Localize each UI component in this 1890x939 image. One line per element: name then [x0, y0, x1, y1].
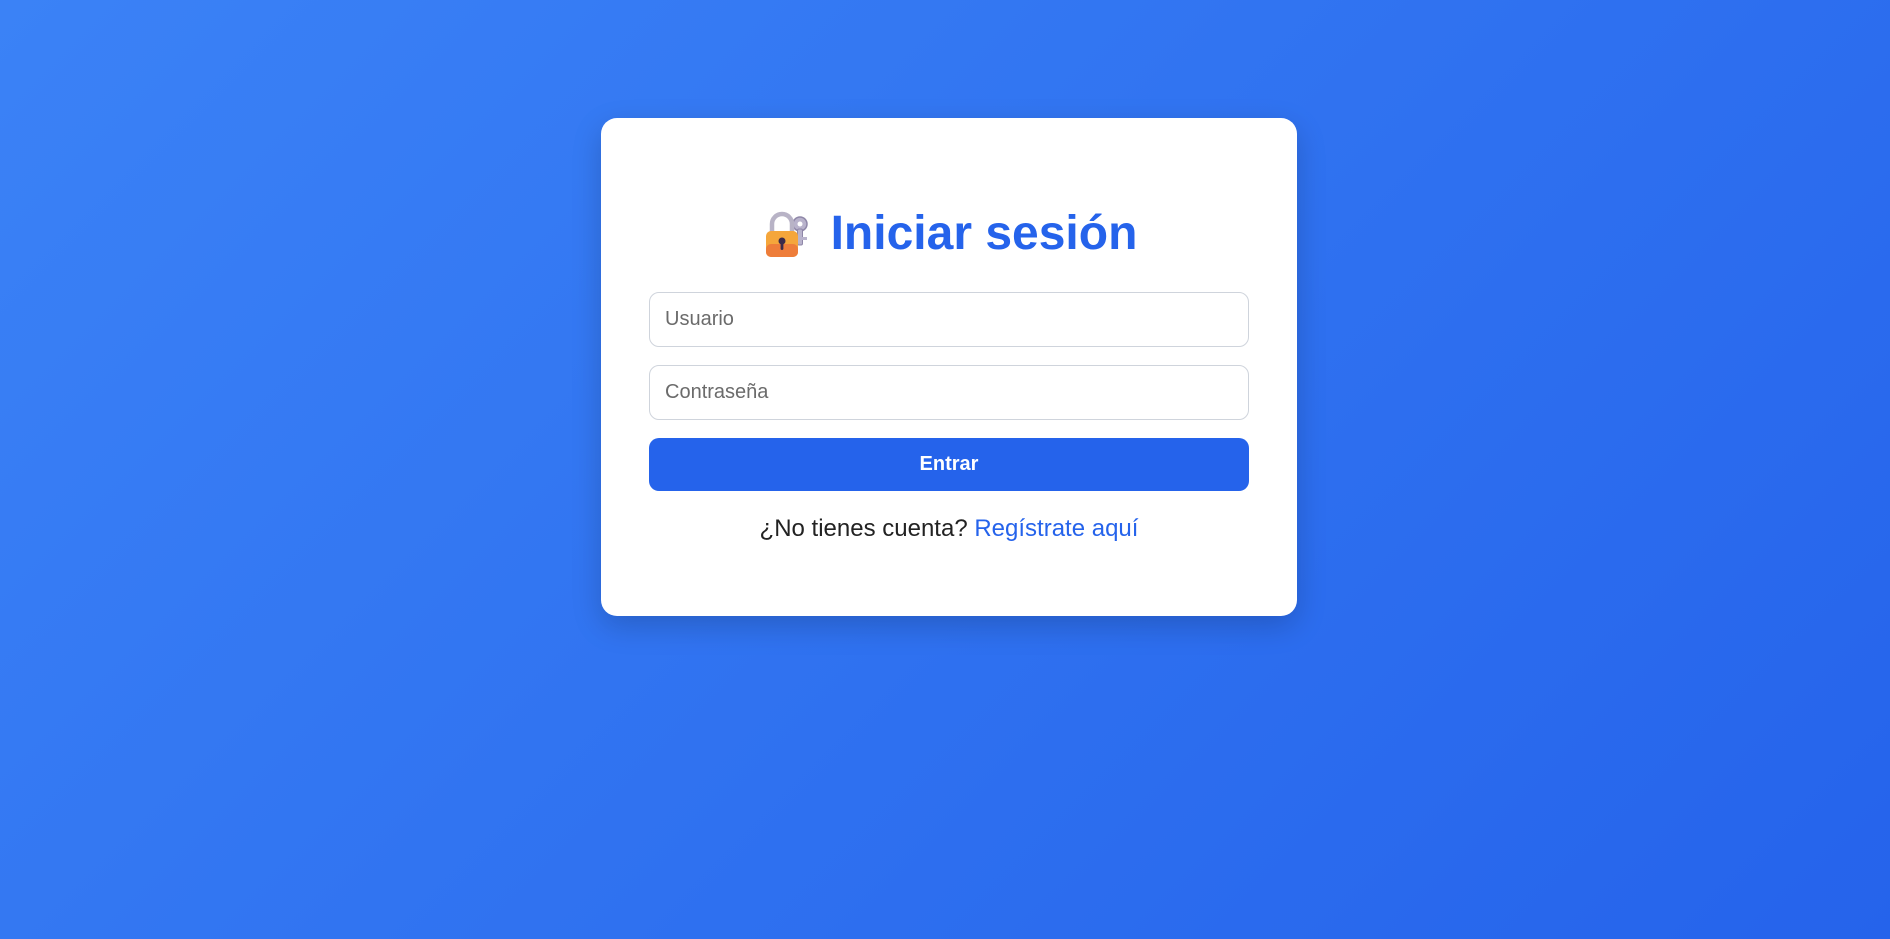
lock-with-key-icon — [761, 208, 813, 260]
signup-prompt-row: ¿No tienes cuenta? Regístrate aquí — [649, 514, 1249, 544]
login-button[interactable]: Entrar — [649, 438, 1249, 491]
login-card: Iniciar sesión Entrar ¿No tienes cuenta?… — [601, 118, 1297, 616]
username-input[interactable] — [649, 292, 1249, 347]
signup-prompt-text: ¿No tienes cuenta? — [759, 515, 968, 542]
page-title: Iniciar sesión — [830, 207, 1138, 260]
signup-link[interactable]: Regístrate aquí — [974, 515, 1138, 542]
login-header: Iniciar sesión — [649, 206, 1249, 262]
password-input[interactable] — [649, 365, 1249, 420]
